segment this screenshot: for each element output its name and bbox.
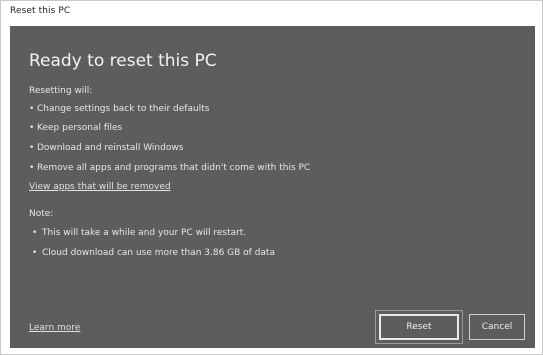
note-item-text: This will take a while and your PC will … xyxy=(42,228,247,238)
cancel-button[interactable]: Cancel xyxy=(469,314,525,340)
title-bar: Reset this PC xyxy=(1,1,542,25)
bullet-icon: • xyxy=(29,143,35,153)
reset-pc-window: Reset this PC Ready to reset this PC Res… xyxy=(0,0,543,355)
resetting-item-text: Download and reinstall Windows xyxy=(37,143,184,153)
resetting-item-text: Remove all apps and programs that didn't… xyxy=(37,163,311,173)
window-title: Reset this PC xyxy=(10,6,71,16)
resetting-item: • Download and reinstall Windows xyxy=(29,143,183,153)
reset-button[interactable]: Reset xyxy=(379,314,459,340)
note-item: • Cloud download can use more than 3.86 G… xyxy=(32,248,275,258)
resetting-label: Resetting will: xyxy=(29,86,93,96)
bullet-icon: • xyxy=(32,228,38,238)
bullet-icon: • xyxy=(29,163,35,173)
resetting-item: • Remove all apps and programs that didn'… xyxy=(29,163,310,173)
bullet-icon: • xyxy=(29,123,35,133)
note-item: • This will take a while and your PC will… xyxy=(32,228,246,238)
note-label: Note: xyxy=(29,209,54,219)
bullet-icon: • xyxy=(32,248,38,258)
bullet-icon: • xyxy=(29,104,35,114)
resetting-item-text: Change settings back to their defaults xyxy=(37,104,210,114)
learn-more-link[interactable]: Learn more xyxy=(29,323,80,333)
note-item-text: Cloud download can use more than 3.86 GB… xyxy=(42,248,275,258)
resetting-item: • Keep personal files xyxy=(29,123,122,133)
resetting-item-text: Keep personal files xyxy=(37,123,123,133)
view-apps-link[interactable]: View apps that will be removed xyxy=(29,182,171,192)
resetting-item: • Change settings back to their defaults xyxy=(29,104,209,114)
dialog-heading: Ready to reset this PC xyxy=(29,51,217,71)
reset-dialog-panel: Ready to reset this PC Resetting will: •… xyxy=(10,26,535,348)
